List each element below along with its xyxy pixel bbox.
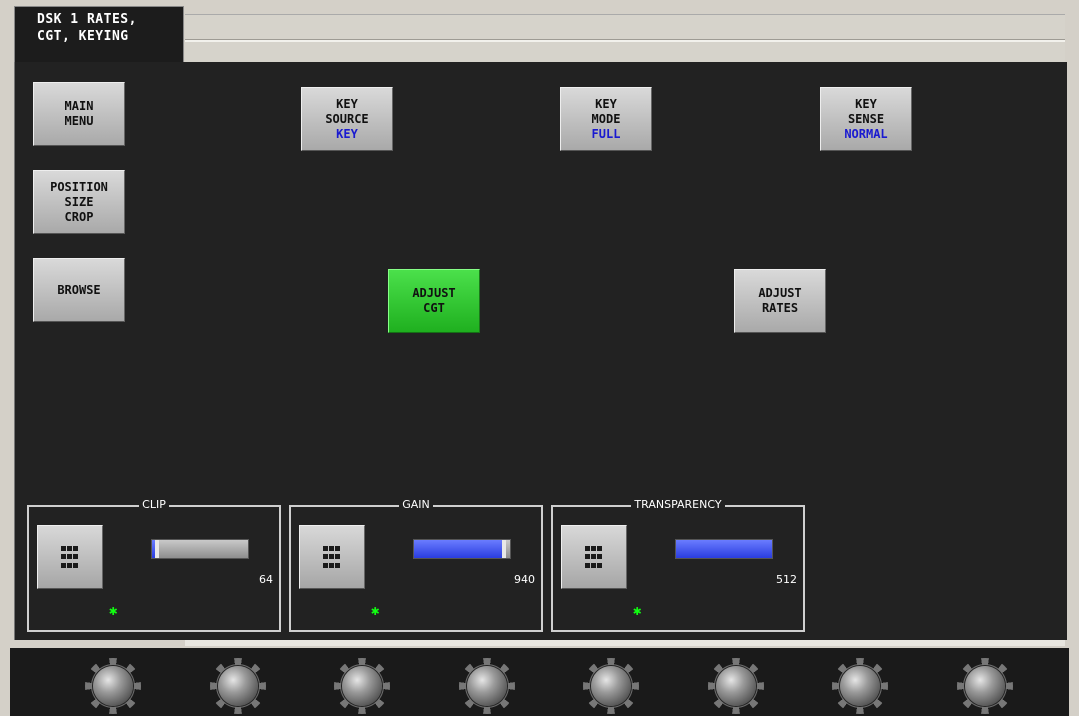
adjust-cgt-label-2: CGT: [423, 301, 445, 315]
key-sense-label-2: SENSE: [847, 111, 885, 126]
transparency-slider[interactable]: [675, 539, 773, 559]
menu-title-tab: DSK 1 RATES, CGT, KEYING: [14, 6, 184, 62]
main-menu-label-2: MENU: [64, 114, 94, 128]
gain-slider-fill: [414, 540, 502, 558]
key-source-label-1: KEY: [336, 96, 358, 111]
keypad-icon: [585, 546, 603, 570]
key-source-label-2: SOURCE: [325, 111, 369, 126]
clip-slider-thumb[interactable]: [155, 540, 159, 558]
star-indicator-icon: ✱: [371, 603, 380, 619]
gain-slider[interactable]: [413, 539, 511, 559]
gain-value: 940: [514, 573, 535, 586]
tab-title-line1: DSK 1 RATES,: [37, 12, 137, 27]
key-source-button[interactable]: KEY SOURCE KEY: [301, 87, 393, 151]
adjust-rates-label-1: ADJUST: [758, 286, 802, 300]
tab-strip: [185, 14, 1065, 63]
knob-icon[interactable]: [708, 658, 764, 714]
transparency-value: 512: [776, 573, 797, 586]
key-sense-button[interactable]: KEY SENSE NORMAL: [820, 87, 912, 151]
clip-value: 64: [259, 573, 273, 586]
panel-bottom-edge: [185, 640, 1065, 646]
clip-title: CLIP: [139, 498, 169, 511]
main-panel: MAIN MENU POSITION SIZE CROP BROWSE KEY …: [14, 62, 1067, 640]
app-window: DSK 1 RATES, CGT, KEYING MAIN MENU POSIT…: [0, 0, 1079, 716]
position-label: POSITION: [50, 179, 108, 194]
key-mode-button[interactable]: KEY MODE FULL: [560, 87, 652, 151]
key-sense-value: NORMAL: [844, 126, 888, 141]
transparency-keypad-button[interactable]: [561, 525, 627, 589]
knob-bar: [10, 648, 1069, 716]
knob-icon[interactable]: [583, 658, 639, 714]
main-menu-button[interactable]: MAIN MENU: [33, 82, 125, 146]
key-mode-label-1: KEY: [595, 96, 617, 111]
knob-icon[interactable]: [957, 658, 1013, 714]
tab-title-line2: CGT, KEYING: [37, 29, 129, 44]
keypad-icon: [323, 546, 341, 570]
crop-label: CROP: [64, 209, 94, 224]
knob-icon[interactable]: [832, 658, 888, 714]
transparency-title: TRANSPARENCY: [631, 498, 725, 511]
knob-icon[interactable]: [459, 658, 515, 714]
star-indicator-icon: ✱: [109, 603, 118, 619]
adjust-rates-label-2: RATES: [761, 301, 799, 315]
gain-keypad-button[interactable]: [299, 525, 365, 589]
adjust-cgt-button[interactable]: ADJUST CGT: [388, 269, 480, 333]
knob-icon[interactable]: [85, 658, 141, 714]
key-source-value: KEY: [336, 126, 358, 141]
adjust-rates-button[interactable]: ADJUST RATES: [734, 269, 826, 333]
gain-group: GAIN 940 ✱: [289, 498, 543, 632]
main-menu-label-1: MAIN: [64, 99, 94, 113]
star-indicator-icon: ✱: [633, 603, 642, 619]
gain-slider-thumb[interactable]: [502, 540, 506, 558]
knob-icon[interactable]: [334, 658, 390, 714]
key-mode-label-2: MODE: [591, 111, 621, 126]
clip-slider[interactable]: [151, 539, 249, 559]
gain-title: GAIN: [399, 498, 433, 511]
position-size-crop-button[interactable]: POSITION SIZE CROP: [33, 170, 125, 234]
size-label: SIZE: [64, 194, 94, 209]
browse-button[interactable]: BROWSE: [33, 258, 125, 322]
transparency-slider-fill: [676, 540, 772, 558]
browse-label: BROWSE: [57, 282, 101, 297]
transparency-group: TRANSPARENCY 512 ✱: [551, 498, 805, 632]
key-sense-label-1: KEY: [855, 96, 877, 111]
clip-group: CLIP 64 ✱: [27, 498, 281, 632]
adjust-cgt-label-1: ADJUST: [412, 286, 456, 300]
keypad-icon: [61, 546, 79, 570]
knob-icon[interactable]: [210, 658, 266, 714]
key-mode-value: FULL: [591, 126, 621, 141]
clip-keypad-button[interactable]: [37, 525, 103, 589]
